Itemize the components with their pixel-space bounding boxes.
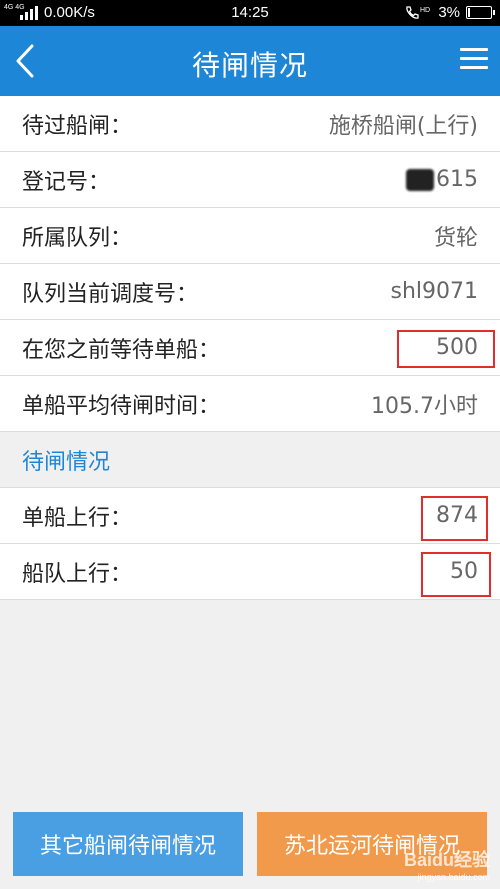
queue-value: 货轮 (433, 225, 478, 251)
lock-label: 待过船闸： (22, 113, 133, 139)
list-item: 单船上行： 874 (0, 488, 500, 544)
section-header: 待闸情况 (0, 432, 500, 488)
battery-icon (466, 6, 495, 19)
app-header: 待闸情况 (0, 26, 500, 96)
list-item: 队列当前调度号： shl9071 (0, 264, 500, 320)
phone-hd-icon: HD (406, 5, 430, 19)
watermark: Baidu经验 jingyan.baidu.com (404, 846, 490, 882)
queue-label: 所属队列： (22, 225, 133, 251)
wait-stats-list: 单船上行： 874 船队上行： 50 (0, 488, 500, 600)
status-bar: 4G 4G 0.00K/s 14:25 HD 3% (0, 0, 500, 26)
average-wait-value: 105.7小时 (371, 393, 478, 419)
list-item: 单船平均待闸时间： 105.7小时 (0, 376, 500, 432)
other-locks-button[interactable]: 其它船闸待闸情况 (13, 812, 243, 876)
lock-info-list: 待过船闸： 施桥船闸(上行) 登记号： 615 所属队列： 货轮 队列当前调度号… (0, 96, 500, 432)
average-wait-label: 单船平均待闸时间： (22, 393, 221, 419)
watermark-brand: Baidu经验 (403, 850, 490, 870)
highlight-box (397, 330, 495, 368)
list-item: 所属队列： 货轮 (0, 208, 500, 264)
watermark-url: jingyan.baidu.com (417, 872, 490, 882)
hd-label: HD (420, 7, 430, 14)
registration-value: 615 (406, 167, 478, 192)
registration-label: 登记号： (22, 169, 111, 195)
list-item: 船队上行： 50 (0, 544, 500, 600)
single-ship-up-label: 单船上行： (22, 505, 133, 531)
ships-ahead-label: 在您之前等待单船： (22, 337, 221, 363)
fleet-up-label: 船队上行： (22, 561, 133, 587)
highlight-box (421, 552, 491, 597)
dispatch-number-label: 队列当前调度号： (22, 281, 199, 307)
menu-icon[interactable] (460, 48, 488, 72)
battery-percent: 3% (438, 4, 460, 21)
lock-value: 施桥船闸(上行) (328, 113, 478, 139)
dispatch-number-value: shl9071 (390, 279, 478, 304)
list-item: 在您之前等待单船： 500 (0, 320, 500, 376)
page-title: 待闸情况 (191, 49, 308, 82)
redaction-mask (406, 169, 434, 191)
list-item: 登记号： 615 (0, 152, 500, 208)
list-item: 待过船闸： 施桥船闸(上行) (0, 96, 500, 152)
highlight-box (421, 496, 488, 541)
